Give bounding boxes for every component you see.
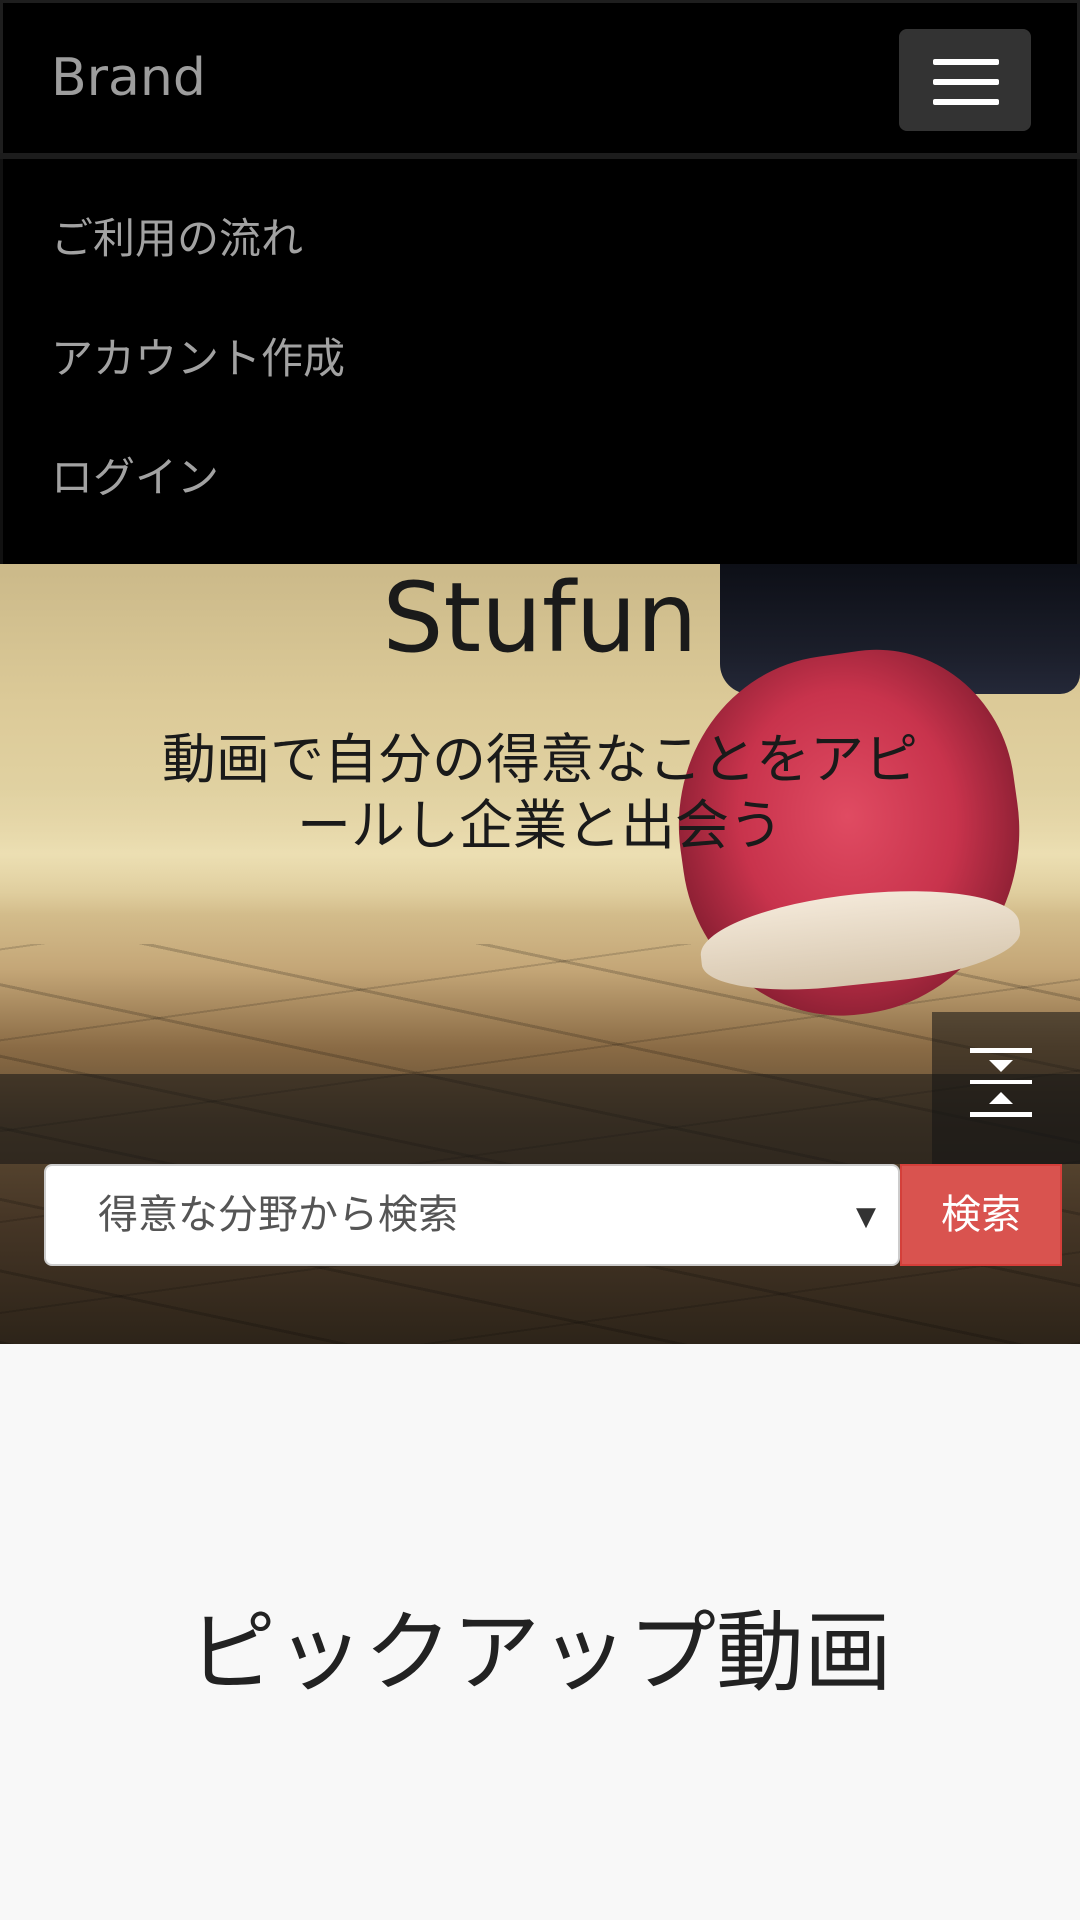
- chevron-down-icon: ▼: [856, 1202, 876, 1232]
- hero-title: Stufun: [382, 564, 698, 674]
- hero-section: Stufun 動画で自分の得意なことをアピールし企業と出会う 得意な分野から検索…: [0, 564, 1080, 1344]
- nav-menu: ご利用の流れ アカウント作成 ログイン: [0, 159, 1080, 564]
- nav-item-usage-flow[interactable]: ご利用の流れ: [51, 211, 303, 267]
- collapse-expand-icon[interactable]: [970, 1048, 1032, 1118]
- search-button[interactable]: 検索: [900, 1164, 1062, 1266]
- brand-link[interactable]: Brand: [51, 43, 206, 113]
- category-search-select-value: 得意な分野から検索: [98, 1192, 458, 1238]
- category-search-select[interactable]: 得意な分野から検索 ▼: [44, 1164, 900, 1266]
- search-band: [0, 1074, 1080, 1164]
- menu-toggle-button[interactable]: [899, 29, 1031, 131]
- pickup-title: ピックアップ動画: [187, 1601, 892, 1704]
- pickup-section: ピックアップ動画: [0, 1344, 1080, 1920]
- nav-item-create-account[interactable]: アカウント作成: [51, 331, 345, 387]
- nav-item-login[interactable]: ログイン: [51, 450, 219, 506]
- hero-tagline: 動画で自分の得意なことをアピールし企業と出会う: [162, 728, 918, 857]
- hamburger-menu-icon: [933, 59, 999, 65]
- navbar: Brand: [0, 0, 1080, 156]
